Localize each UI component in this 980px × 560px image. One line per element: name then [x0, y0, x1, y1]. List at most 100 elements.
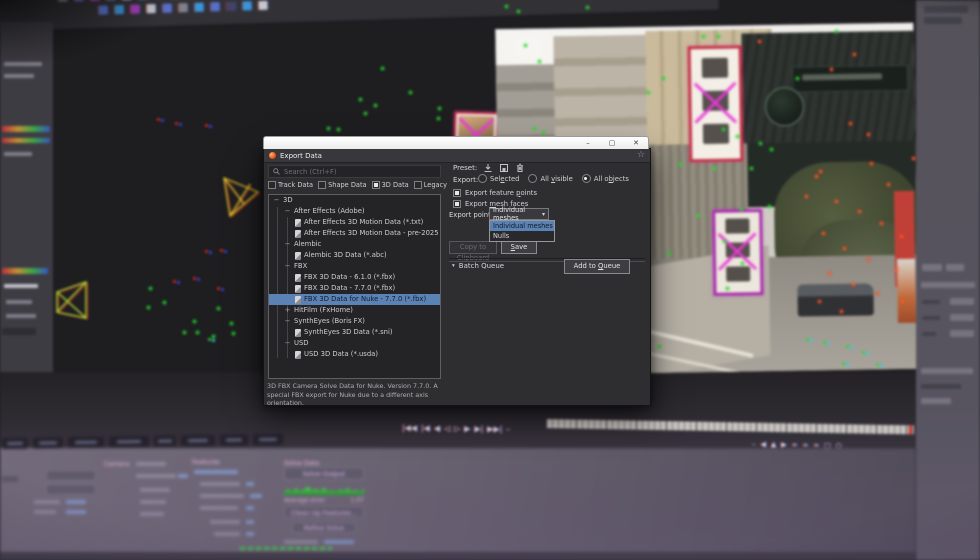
- tracker-dot[interactable]: [438, 107, 441, 110]
- tracker-dot[interactable]: [713, 167, 716, 170]
- tracker-dot[interactable]: [381, 67, 384, 70]
- tree-expander-icon[interactable]: [284, 239, 291, 250]
- tracker-dot[interactable]: [895, 268, 898, 271]
- tracker-dot[interactable]: [364, 112, 367, 115]
- tracker-dot[interactable]: [327, 127, 330, 130]
- tracker-dot[interactable]: [768, 205, 771, 208]
- export-scope-radio[interactable]: Selected: [478, 174, 519, 183]
- tracker-dot[interactable]: [770, 148, 773, 151]
- tracker-dot[interactable]: [853, 53, 856, 56]
- panel-tab[interactable]: [2, 438, 28, 449]
- solve-output-button[interactable]: Solve Output: [284, 467, 364, 480]
- tree-expander-icon[interactable]: [284, 305, 291, 316]
- preset-delete-icon[interactable]: [514, 162, 525, 173]
- close-button[interactable]: ✕: [624, 137, 648, 149]
- panel-tab[interactable]: [181, 435, 215, 447]
- transport-button[interactable]: ◀: [434, 424, 440, 433]
- tracker-dot[interactable]: [232, 332, 235, 335]
- tracker-dot[interactable]: [835, 30, 838, 33]
- panel-button[interactable]: [46, 470, 96, 481]
- tracker-dot[interactable]: [586, 6, 589, 9]
- tracker-dot[interactable]: [697, 214, 700, 217]
- tracker-dot[interactable]: [205, 250, 208, 253]
- maximize-button[interactable]: ▢: [600, 137, 624, 149]
- tracker-dot[interactable]: [819, 170, 822, 173]
- tree-expander-icon[interactable]: [284, 316, 291, 327]
- data-category-tab[interactable]: Legacy: [414, 181, 447, 189]
- tracker-dot[interactable]: [517, 10, 520, 13]
- tracker-dot[interactable]: [359, 98, 362, 101]
- tracker-dot[interactable]: [505, 5, 508, 8]
- toolbar-icon[interactable]: [258, 1, 267, 10]
- export-scope-radio[interactable]: All visible: [528, 174, 572, 183]
- tracker-dot[interactable]: [163, 301, 166, 304]
- tracker-dot[interactable]: [217, 287, 220, 290]
- tracker-dot[interactable]: [900, 235, 903, 238]
- tracker-dot[interactable]: [722, 128, 725, 131]
- toolbar-icon[interactable]: [226, 2, 235, 11]
- tree-expander-icon[interactable]: [284, 206, 291, 217]
- tracker-dot[interactable]: [823, 341, 826, 344]
- export-option-checkbox[interactable]: Export feature points: [453, 187, 537, 198]
- toolbar-icon[interactable]: [146, 4, 155, 13]
- panel-button[interactable]: [46, 484, 96, 495]
- tracker-dot[interactable]: [149, 287, 152, 290]
- batch-queue-disclosure[interactable]: ▾ Batch Queue: [452, 262, 504, 270]
- tracker-dot[interactable]: [533, 127, 536, 130]
- tracker-dot[interactable]: [862, 351, 865, 354]
- tracker-dot[interactable]: [205, 124, 208, 127]
- tracker-dot[interactable]: [740, 208, 743, 211]
- tracker-dot[interactable]: [858, 210, 861, 213]
- points-as-combobox[interactable]: Individual meshes ▾: [489, 208, 549, 220]
- tracker-dot[interactable]: [876, 363, 879, 366]
- panel-tab[interactable]: [109, 436, 149, 448]
- tracker-dot[interactable]: [759, 142, 762, 145]
- tracker-dot[interactable]: [815, 175, 818, 178]
- copy-to-clipboard-button[interactable]: Copy to Clipboard: [449, 241, 497, 254]
- tracker-dot[interactable]: [230, 322, 233, 325]
- tracker-dot[interactable]: [852, 283, 855, 286]
- tracker-dot[interactable]: [437, 117, 440, 120]
- tracker-dot[interactable]: [828, 272, 831, 275]
- add-to-queue-button[interactable]: Add to Queue: [564, 259, 630, 274]
- tree-row[interactable]: FBX 3D Data for Nuke - 7.7.0 (*.fbx): [269, 294, 440, 305]
- tracker-dot[interactable]: [662, 77, 665, 80]
- tree-row[interactable]: HitFilm (FxHome): [269, 305, 440, 316]
- tracker-dot[interactable]: [867, 133, 870, 136]
- transport-button[interactable]: ▶|: [474, 424, 483, 433]
- tree-row[interactable]: After Effects 3D Motion Data (*.txt): [269, 217, 440, 228]
- toolbar-icon[interactable]: [242, 1, 251, 10]
- tracker-dot[interactable]: [217, 307, 220, 310]
- tracker-dot[interactable]: [912, 157, 915, 160]
- tracker-dot[interactable]: [741, 262, 744, 265]
- save-button[interactable]: Save: [501, 241, 537, 254]
- tree-row[interactable]: After Effects (Adobe): [269, 206, 440, 217]
- tracker-dot[interactable]: [374, 104, 377, 107]
- tracker-dot[interactable]: [758, 40, 761, 43]
- panel-tab[interactable]: [33, 437, 63, 448]
- panel-tab[interactable]: [253, 434, 283, 445]
- panel-tab[interactable]: [220, 434, 248, 445]
- transport-button[interactable]: |◀◀: [402, 423, 417, 432]
- preset-save-icon[interactable]: [498, 162, 509, 173]
- tracker-dot[interactable]: [196, 331, 199, 334]
- tree-row[interactable]: 3D: [269, 195, 440, 206]
- tracker-dot[interactable]: [193, 320, 196, 323]
- toolbar-icon[interactable]: [178, 3, 187, 12]
- tree-row[interactable]: Alembic 3D Data (*.abc): [269, 250, 440, 261]
- data-category-tab[interactable]: 3D Data: [372, 181, 409, 189]
- tracker-dot[interactable]: [870, 162, 873, 165]
- tracker-dot[interactable]: [796, 77, 799, 80]
- tree-row[interactable]: SynthEyes (Boris FX): [269, 316, 440, 327]
- tracker-dot[interactable]: [849, 122, 852, 125]
- timeline-playhead[interactable]: [909, 425, 912, 434]
- transport-button[interactable]: ◁: [444, 424, 450, 433]
- cleanup-features-button[interactable]: Clean Up Features...: [284, 506, 364, 518]
- tracker-dot[interactable]: [830, 68, 833, 71]
- tracker-dot[interactable]: [887, 183, 890, 186]
- tracker-dot[interactable]: [750, 167, 753, 170]
- tracker-dot[interactable]: [175, 122, 178, 125]
- tracker-dot[interactable]: [876, 292, 879, 295]
- tracker-dot[interactable]: [901, 300, 904, 303]
- tracker-dot[interactable]: [842, 362, 845, 365]
